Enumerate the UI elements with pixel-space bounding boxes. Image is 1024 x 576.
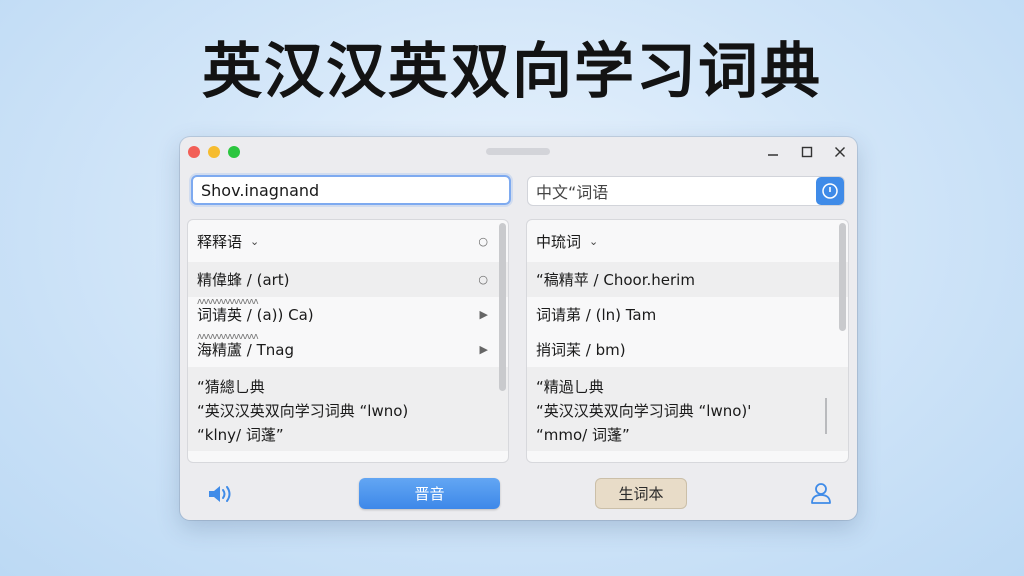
list-item[interactable]: 词请苐 / (ln) Tam <box>527 297 848 332</box>
compass-icon[interactable] <box>816 177 844 205</box>
hero-title: 英汉汉英双向学习词典 <box>202 37 822 107</box>
list-item[interactable]: 捎词苿 / bm) <box>527 332 848 367</box>
scrollbar[interactable] <box>839 223 846 331</box>
user-icon[interactable] <box>809 481 833 505</box>
squiggle-decoration: ʌʌʌʌʌʌʌʌʌʌʌʌʌʌ <box>197 297 259 307</box>
minimize-icon[interactable] <box>762 142 784 162</box>
panel-header-dropdown[interactable]: 中琉词 ⌄ <box>527 220 848 262</box>
example-line: “klny/ 词蓬” <box>197 426 284 444</box>
chevron-down-icon: ⌄ <box>250 234 260 248</box>
list-item-label: 词请英 / (a)) Ca) <box>197 306 314 324</box>
list-item-label: 捎词苿 / bm) <box>536 341 626 359</box>
example-block: “猜總乚典 “英汉汉英双向学习词典 “lwno) “klny/ 词蓬” <box>188 367 508 451</box>
chinese-results-panel: 中琉词 ⌄ “稿精苹 / Choor.herim 词请苐 / (ln) Tam … <box>526 219 849 463</box>
list-item-label: 海精蘆 / Tnag <box>197 341 294 359</box>
list-item[interactable]: ʌʌʌʌʌʌʌʌʌʌʌʌʌʌ 海精蘆 / Tnag ▶ <box>188 332 508 367</box>
list-item-label: 词请苐 / (ln) Tam <box>536 306 657 324</box>
list-item[interactable]: “稿精苹 / Choor.herim <box>527 262 848 297</box>
maximize-icon[interactable] <box>796 142 818 162</box>
panel-header-label: 释释语 <box>197 232 243 251</box>
circle-indicator-icon: ○ <box>478 273 488 286</box>
play-arrow-icon[interactable]: ▶ <box>480 308 488 321</box>
english-search-input[interactable] <box>191 175 511 205</box>
panel-header-label: 中琉词 <box>536 232 582 251</box>
example-line: “英汉汉英双向学习词典 “lwno)' <box>536 402 752 420</box>
bottom-toolbar: 晋音 生词本 <box>180 467 857 520</box>
list-item-label: “稿精苹 / Choor.herim <box>536 271 695 289</box>
pronounce-button[interactable]: 晋音 <box>359 478 500 509</box>
speaker-icon[interactable] <box>206 482 236 506</box>
minimize-traffic-light[interactable] <box>208 146 220 158</box>
chinese-search-input[interactable] <box>527 176 845 206</box>
title-bar <box>180 137 857 167</box>
play-arrow-icon[interactable]: ▶ <box>480 343 488 356</box>
window-drag-handle[interactable] <box>486 148 550 155</box>
zoom-traffic-light[interactable] <box>228 146 240 158</box>
vocabulary-book-button[interactable]: 生词本 <box>595 478 687 509</box>
example-block: “精過乚典 “英汉汉英双向学习词典 “lwno)' “mmo/ 词蓬” <box>527 367 848 451</box>
scrollbar[interactable] <box>499 223 506 391</box>
close-icon[interactable] <box>829 142 851 162</box>
list-item[interactable]: ʌʌʌʌʌʌʌʌʌʌʌʌʌʌ 词请英 / (a)) Ca) ▶ <box>188 297 508 332</box>
example-line: “英汉汉英双向学习词典 “lwno) <box>197 402 409 420</box>
example-line: “精過乚典 <box>536 378 604 396</box>
example-line: “mmo/ 词蓬” <box>536 426 630 444</box>
example-line: “猜總乚典 <box>197 378 265 396</box>
squiggle-decoration: ʌʌʌʌʌʌʌʌʌʌʌʌʌʌ <box>197 332 259 342</box>
english-results-panel: 释释语 ⌄ ○ 精偉蜂 / (art) ○ ʌʌʌʌʌʌʌʌʌʌʌʌʌʌ 词请英… <box>187 219 509 463</box>
list-item[interactable]: 精偉蜂 / (art) ○ <box>188 262 508 297</box>
list-item-label: 精偉蜂 / (art) <box>197 271 290 289</box>
chevron-down-icon: ⌄ <box>589 234 599 248</box>
dictionary-window: 释释语 ⌄ ○ 精偉蜂 / (art) ○ ʌʌʌʌʌʌʌʌʌʌʌʌʌʌ 词请英… <box>180 137 857 520</box>
scroll-indicator <box>825 398 827 434</box>
circle-indicator-icon: ○ <box>478 235 488 248</box>
close-traffic-light[interactable] <box>188 146 200 158</box>
panel-header-dropdown[interactable]: 释释语 ⌄ ○ <box>188 220 508 262</box>
